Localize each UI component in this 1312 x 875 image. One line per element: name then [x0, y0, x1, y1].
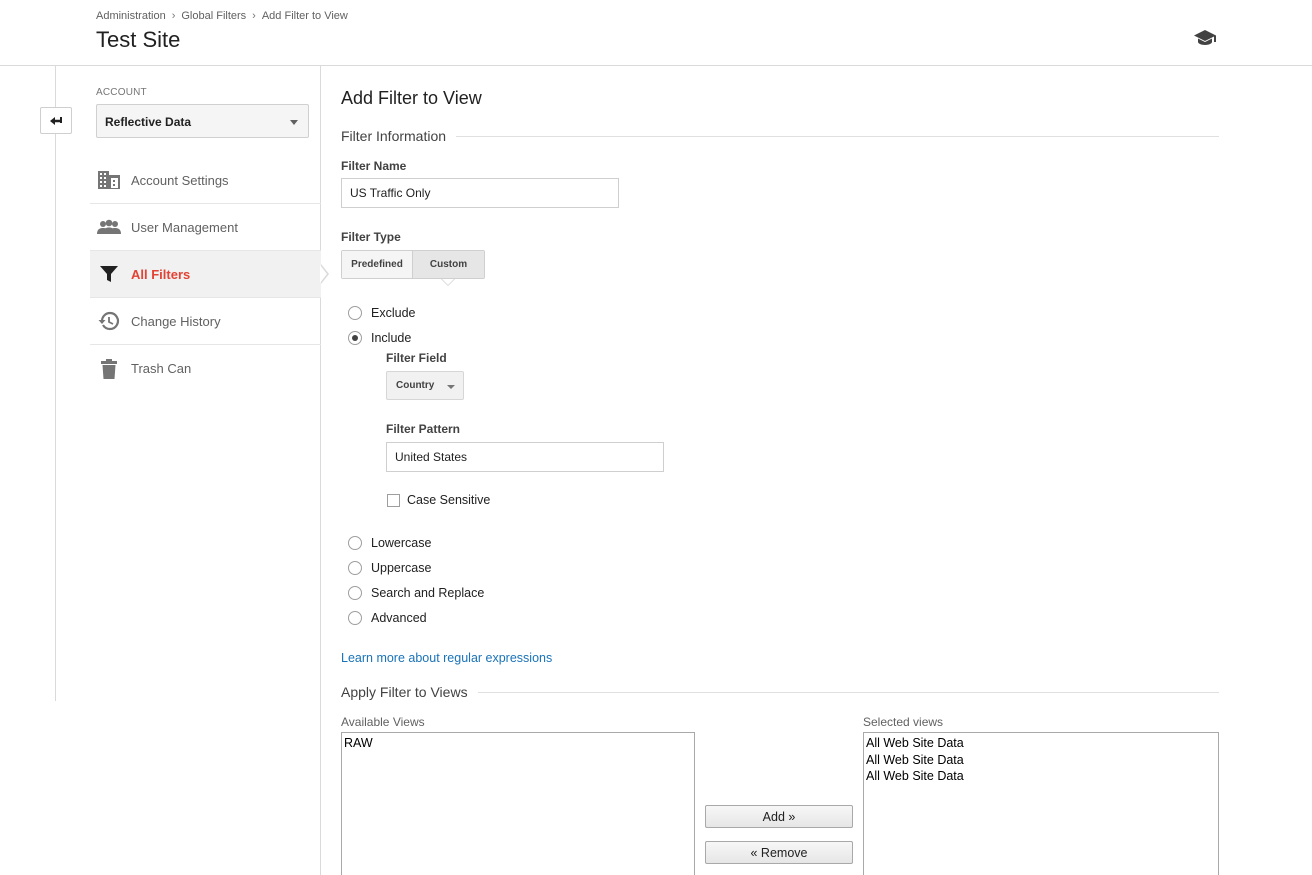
case-sensitive-row[interactable]: Case Sensitive: [387, 493, 490, 507]
breadcrumb-separator: ›: [171, 10, 176, 22]
section-rule: [477, 691, 1219, 693]
section-title: Apply Filter to Views: [341, 684, 468, 700]
radio-advanced[interactable]: Advanced: [348, 611, 427, 625]
filter-icon: [97, 262, 121, 286]
case-sensitive-label: Case Sensitive: [407, 493, 491, 507]
section-rule: [456, 135, 1219, 137]
filter-type-custom[interactable]: Custom: [413, 251, 484, 278]
filter-pattern-label: Filter Pattern: [386, 422, 461, 436]
account-select[interactable]: Reflective Data: [96, 104, 309, 138]
history-icon: [97, 309, 121, 333]
section-title: Filter Information: [341, 128, 447, 144]
section-filter-information: Filter Information: [341, 128, 1219, 144]
filter-name-input[interactable]: [341, 178, 619, 208]
regex-help-link[interactable]: Learn more about regular expressions: [341, 651, 552, 665]
section-apply-filter: Apply Filter to Views: [341, 684, 1219, 700]
breadcrumb-current: Add Filter to View: [261, 10, 348, 22]
nav-item-all-filters[interactable]: All Filters: [90, 251, 321, 298]
nav-item-label: User Management: [131, 219, 238, 235]
radio-label: Uppercase: [371, 561, 432, 575]
list-item[interactable]: All Web Site Data: [866, 768, 1216, 785]
case-sensitive-checkbox[interactable]: [387, 493, 400, 507]
nav-item-user-management[interactable]: User Management: [90, 204, 321, 251]
active-pointer-fill: [320, 265, 327, 283]
radio-label: Lowercase: [371, 536, 432, 550]
breadcrumb-separator: ›: [252, 10, 256, 22]
nav-item-label: Change History: [131, 313, 221, 329]
account-select-value: Reflective Data: [105, 115, 192, 129]
available-views-list[interactable]: RAW: [341, 732, 695, 875]
radio-button[interactable]: [348, 536, 362, 550]
filter-name-label: Filter Name: [341, 159, 407, 173]
breadcrumb-global-filters[interactable]: Global Filters: [181, 10, 246, 22]
filter-type-label: Filter Type: [341, 230, 401, 244]
radio-label: Include: [371, 331, 412, 345]
radio-uppercase[interactable]: Uppercase: [348, 561, 431, 575]
radio-include[interactable]: Include: [348, 331, 411, 345]
list-item[interactable]: All Web Site Data: [866, 735, 1216, 752]
back-arrow-icon: [50, 116, 62, 125]
filter-type-toggle: Predefined Custom: [341, 250, 485, 279]
radio-lowercase[interactable]: Lowercase: [348, 536, 431, 550]
page-header: Administration › Global Filters › Add Filter…: [0, 0, 1312, 66]
radio-label: Exclude: [371, 306, 416, 320]
back-button[interactable]: [40, 107, 72, 134]
radio-button[interactable]: [348, 611, 362, 625]
trash-icon: [97, 357, 121, 381]
selected-views-list[interactable]: All Web Site Data All Web Site Data All …: [863, 732, 1219, 875]
chevron-down-icon: [447, 385, 455, 389]
breadcrumb: Administration › Global Filters › Add Filter…: [96, 10, 348, 22]
custom-pointer-fill: [442, 279, 454, 285]
admin-nav: ACCOUNT Reflective Data Account Settings: [90, 66, 321, 875]
filter-field-select[interactable]: Country: [386, 371, 464, 400]
selected-views-label: Selected views: [863, 715, 944, 729]
nav-item-trash-can[interactable]: Trash Can: [90, 345, 321, 392]
radio-search-and-replace[interactable]: Search and Replace: [348, 586, 484, 600]
nav-item-label: Account Settings: [131, 172, 229, 188]
list-item[interactable]: All Web Site Data: [866, 752, 1216, 769]
radio-button[interactable]: [348, 331, 362, 345]
radio-exclude[interactable]: Exclude: [348, 306, 415, 320]
rail-divider: [55, 66, 56, 701]
radio-label: Advanced: [371, 611, 427, 625]
filter-field-label: Filter Field: [386, 351, 447, 365]
remove-view-button[interactable]: « Remove: [705, 841, 853, 864]
building-icon: [97, 168, 121, 192]
add-view-button[interactable]: Add »: [705, 805, 853, 828]
page-title: Test Site: [96, 27, 181, 52]
radio-button[interactable]: [348, 306, 362, 320]
chevron-down-icon: [290, 120, 298, 125]
form-title: Add Filter to View: [341, 88, 482, 108]
radio-label: Search and Replace: [371, 586, 485, 600]
graduation-cap-icon[interactable]: [1193, 27, 1217, 47]
radio-button[interactable]: [348, 561, 362, 575]
people-icon: [97, 215, 121, 239]
breadcrumb-administration[interactable]: Administration: [96, 10, 166, 22]
nav-item-label: Trash Can: [131, 361, 192, 376]
available-views-label: Available Views: [341, 715, 425, 729]
nav-item-label: All Filters: [131, 266, 191, 282]
nav-item-change-history[interactable]: Change History: [90, 298, 321, 345]
account-label: ACCOUNT: [96, 87, 147, 98]
radio-button[interactable]: [348, 586, 362, 600]
nav-item-account-settings[interactable]: Account Settings: [90, 157, 321, 204]
filter-pattern-input[interactable]: [386, 442, 664, 472]
filter-type-predefined[interactable]: Predefined: [342, 251, 413, 278]
filter-field-value: Country: [396, 380, 435, 391]
list-item[interactable]: RAW: [344, 735, 692, 752]
